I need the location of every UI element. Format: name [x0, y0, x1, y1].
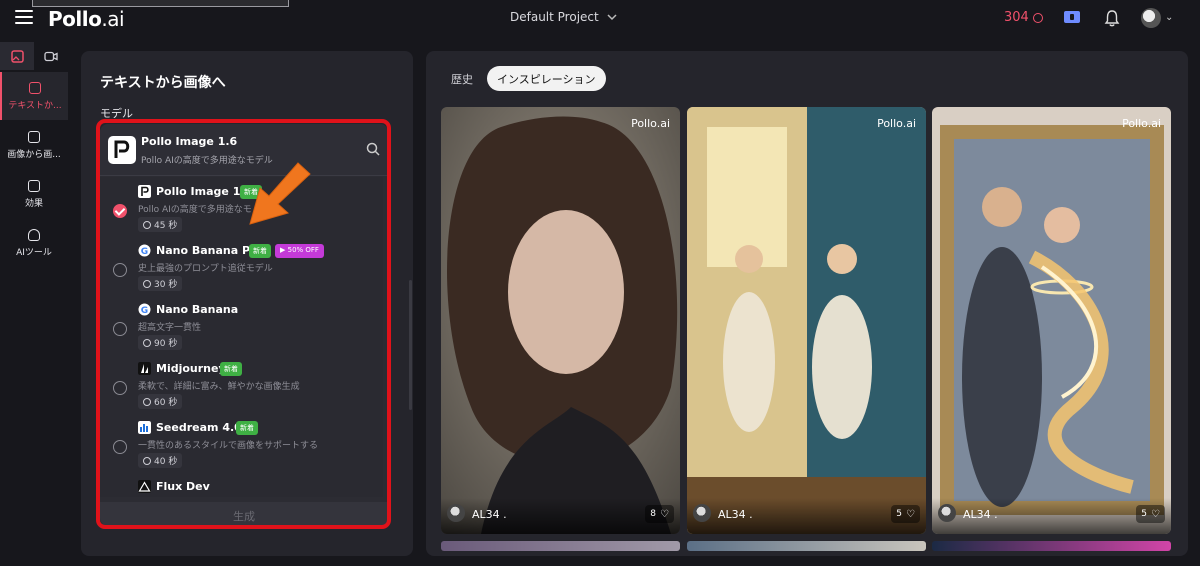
project-selector[interactable]: Default Project: [510, 10, 617, 24]
nav-ai-tools[interactable]: AIツール: [0, 219, 68, 267]
watermark: Pollo.ai: [631, 117, 670, 130]
user-avatar[interactable]: [938, 504, 956, 522]
nav-label: AIツール: [16, 247, 52, 258]
nav-effects[interactable]: 効果: [0, 170, 68, 218]
framed-painting-image: [932, 107, 1171, 534]
pollo-logo[interactable]: Pollo.ai: [48, 7, 125, 31]
gallery-card[interactable]: Pollo.ai AL34 . 5 ♡: [687, 107, 926, 534]
effects-icon: [28, 179, 40, 192]
account-chevron-icon[interactable]: ⌄: [1165, 12, 1173, 23]
nav-label: 効果: [24, 198, 43, 209]
heart-icon: ♡: [906, 508, 915, 520]
username[interactable]: AL34 .: [472, 508, 507, 521]
ai-tools-icon: [28, 228, 40, 241]
user-avatar[interactable]: [447, 504, 465, 522]
top-bar: Pollo.ai Default Project 304 ⌄: [0, 0, 1200, 38]
panel-title: テキストから画像へ: [100, 75, 226, 91]
gallery-card-partial[interactable]: [932, 541, 1171, 551]
username[interactable]: AL34 .: [963, 508, 998, 521]
username[interactable]: AL34 .: [718, 508, 753, 521]
nav-label: テキストか...: [8, 100, 62, 111]
video-mode-button[interactable]: [34, 42, 68, 70]
menu-icon[interactable]: [15, 10, 33, 24]
credits-counter[interactable]: 304: [1004, 10, 1043, 25]
panel-scrollbar[interactable]: [409, 280, 412, 410]
heart-icon: ♡: [1151, 508, 1160, 520]
text-to-image-icon: [29, 81, 41, 94]
annotation-arrow-icon: [249, 162, 311, 225]
media-type-toggle: [0, 42, 68, 70]
nav-label: 画像から画...: [7, 149, 61, 160]
image-to-image-icon: [28, 130, 40, 143]
image-icon: [10, 49, 24, 63]
nav-text-to-image[interactable]: テキストか...: [0, 72, 68, 120]
gallery-card[interactable]: Pollo.ai AL34 . 8 ♡: [441, 107, 680, 534]
like-button[interactable]: 5 ♡: [891, 505, 920, 523]
gallery-card-partial[interactable]: [441, 541, 680, 551]
watermark: Pollo.ai: [877, 117, 916, 130]
tab-history[interactable]: 歴史: [441, 66, 483, 91]
credits-value: 304: [1004, 10, 1029, 25]
video-icon: [44, 51, 58, 61]
two-women-image: [687, 107, 926, 534]
user-avatar[interactable]: [693, 504, 711, 522]
user-avatar[interactable]: [1141, 8, 1161, 28]
like-button[interactable]: 5 ♡: [1136, 505, 1165, 523]
image-mode-button[interactable]: [0, 42, 34, 70]
tooltip-remnant: [32, 0, 289, 7]
chevron-down-icon: [607, 13, 617, 20]
like-button[interactable]: 8 ♡: [645, 505, 674, 523]
ticket-icon[interactable]: [1064, 11, 1080, 23]
portrait-image: [441, 107, 680, 534]
nav-image-to-image[interactable]: 画像から画...: [0, 121, 68, 169]
heart-icon: ♡: [660, 508, 669, 520]
bell-icon[interactable]: [1104, 9, 1120, 27]
gallery-tabs: 歴史 インスピレーション: [441, 66, 606, 91]
gallery-card[interactable]: Pollo.ai AL34 . 5 ♡: [932, 107, 1171, 534]
tab-inspiration[interactable]: インスピレーション: [487, 66, 606, 91]
coin-icon: [1032, 12, 1043, 23]
project-name: Default Project: [510, 10, 599, 24]
watermark: Pollo.ai: [1122, 117, 1161, 130]
gallery-card-partial[interactable]: [687, 541, 926, 551]
